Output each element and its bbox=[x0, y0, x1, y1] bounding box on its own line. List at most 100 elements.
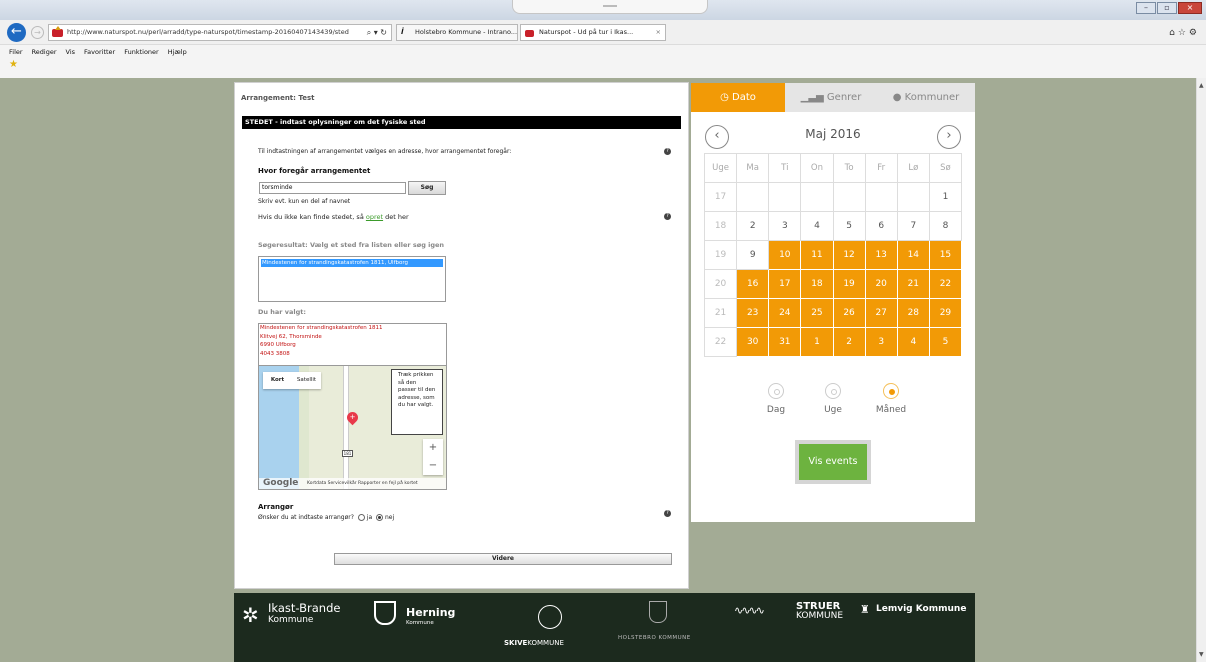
day-cell[interactable]: 4 bbox=[897, 328, 930, 357]
close-window-button[interactable]: × bbox=[1178, 2, 1202, 14]
tab-dato[interactable]: ◷ Dato bbox=[691, 83, 785, 112]
tab-holstebro[interactable]: 𝒊 Holstebro Kommune - Intrano... bbox=[396, 24, 518, 41]
place-search-input[interactable]: torsminde bbox=[259, 182, 406, 194]
minimize-button[interactable]: – bbox=[1136, 2, 1156, 14]
zoom-control: + − bbox=[423, 439, 443, 475]
menu-rediger[interactable]: Rediger bbox=[32, 45, 57, 59]
radio-dag[interactable] bbox=[768, 383, 784, 399]
day-cell[interactable]: 12 bbox=[833, 241, 866, 270]
map-road bbox=[343, 366, 349, 489]
day-cell[interactable]: 13 bbox=[865, 241, 898, 270]
help-icon[interactable]: ? bbox=[664, 148, 671, 155]
empty-day-cell bbox=[833, 183, 866, 212]
empty-day-cell bbox=[897, 183, 930, 212]
tab-close-icon[interactable]: × bbox=[656, 25, 661, 40]
day-cell[interactable]: 2 bbox=[737, 212, 770, 241]
day-cell[interactable]: 19 bbox=[833, 270, 866, 299]
month-title: Maj 2016 bbox=[805, 127, 861, 141]
day-cell[interactable]: 9 bbox=[737, 241, 770, 270]
day-cell[interactable]: 30 bbox=[737, 328, 770, 357]
tab-naturspot[interactable]: Naturspot - Ud på tur i Ikas... × bbox=[520, 24, 666, 41]
view-uge[interactable]: Uge bbox=[813, 383, 853, 415]
day-cell[interactable]: 2 bbox=[833, 328, 866, 357]
maximize-button[interactable]: ▫ bbox=[1157, 2, 1177, 14]
day-cell[interactable]: 7 bbox=[897, 212, 930, 241]
drag-handle[interactable] bbox=[512, 0, 708, 14]
menu-favoritter[interactable]: Favoritter bbox=[84, 45, 115, 59]
address-bar[interactable]: http://www.naturspot.nu/perl/arradd/type… bbox=[48, 24, 392, 41]
map-pin-icon[interactable]: + bbox=[344, 409, 361, 426]
day-cell[interactable]: 25 bbox=[801, 299, 834, 328]
day-cell[interactable]: 1 bbox=[929, 183, 962, 212]
zoom-out-button[interactable]: − bbox=[423, 457, 443, 475]
day-cell[interactable]: 4 bbox=[801, 212, 834, 241]
day-cell[interactable]: 31 bbox=[769, 328, 802, 357]
week-number: 19 bbox=[705, 241, 738, 270]
map-type-kort[interactable]: Kort bbox=[263, 372, 292, 389]
day-cell[interactable]: 15 bbox=[929, 241, 962, 270]
scroll-up-icon[interactable]: ▲ bbox=[1199, 82, 1204, 89]
home-star-gear-icons[interactable]: ⌂☆⚙ bbox=[1169, 28, 1200, 38]
location-map[interactable]: 181 Kort Satellit Træk prikken så den pa… bbox=[258, 365, 447, 490]
day-cell[interactable]: 14 bbox=[897, 241, 930, 270]
empty-day-cell bbox=[737, 183, 770, 212]
day-cell[interactable]: 3 bbox=[865, 328, 898, 357]
page-scrollbar[interactable]: ▲ ▼ bbox=[1196, 78, 1206, 662]
day-cell[interactable]: 6 bbox=[865, 212, 898, 241]
next-month-button[interactable]: › bbox=[937, 125, 961, 149]
create-place-link[interactable]: opret bbox=[366, 213, 383, 221]
radio-uge[interactable] bbox=[825, 383, 841, 399]
day-cell[interactable]: 11 bbox=[801, 241, 834, 270]
day-cell[interactable]: 27 bbox=[865, 299, 898, 328]
menu-funktioner[interactable]: Funktioner bbox=[124, 45, 159, 59]
radio-maaned[interactable] bbox=[883, 383, 899, 399]
day-cell[interactable]: 3 bbox=[769, 212, 802, 241]
tab-kommuner[interactable]: ● Kommuner bbox=[877, 83, 975, 112]
search-result-list[interactable]: Mindestenen for strandingskatastrofen 18… bbox=[258, 256, 446, 302]
menu-vis[interactable]: Vis bbox=[66, 45, 76, 59]
day-cell[interactable]: 10 bbox=[769, 241, 802, 270]
view-maaned[interactable]: Måned bbox=[871, 383, 911, 415]
day-cell[interactable]: 22 bbox=[929, 270, 962, 299]
search-refresh-icon[interactable]: ⌕ ▾ ↻ bbox=[367, 25, 387, 40]
scroll-down-icon[interactable]: ▼ bbox=[1199, 651, 1204, 658]
menu-filer[interactable]: Filer bbox=[9, 45, 23, 59]
organizer-no-radio[interactable] bbox=[376, 514, 384, 521]
holstebro-crest-icon bbox=[649, 601, 667, 623]
day-cell[interactable]: 5 bbox=[833, 212, 866, 241]
day-cell[interactable]: 5 bbox=[929, 328, 962, 357]
menu-hjaelp[interactable]: Hjælp bbox=[168, 45, 187, 59]
list-item[interactable]: Mindestenen for strandingskatastrofen 18… bbox=[261, 259, 443, 267]
day-cell[interactable]: 29 bbox=[929, 299, 962, 328]
herning-crest-icon bbox=[374, 601, 396, 625]
help-icon[interactable]: ? bbox=[664, 213, 671, 220]
day-cell[interactable]: 21 bbox=[897, 270, 930, 299]
forward-button[interactable]: → bbox=[31, 26, 44, 39]
not-found-text: Hvis du ikke kan finde stedet, så opret … bbox=[258, 213, 409, 221]
day-cell[interactable]: 16 bbox=[737, 270, 770, 299]
day-cell[interactable]: 24 bbox=[769, 299, 802, 328]
day-cell[interactable]: 17 bbox=[769, 270, 802, 299]
day-cell[interactable]: 23 bbox=[737, 299, 770, 328]
day-cell[interactable]: 26 bbox=[833, 299, 866, 328]
zoom-in-button[interactable]: + bbox=[423, 439, 443, 457]
day-cell[interactable]: 18 bbox=[801, 270, 834, 299]
next-button[interactable]: Videre bbox=[334, 553, 672, 565]
view-dag[interactable]: Dag bbox=[756, 383, 796, 415]
back-button[interactable]: ← bbox=[7, 23, 26, 42]
day-cell[interactable]: 1 bbox=[801, 328, 834, 357]
show-events-button[interactable]: Vis events bbox=[799, 444, 867, 480]
help-icon[interactable]: ? bbox=[664, 510, 671, 517]
map-type-satellite[interactable]: Satellit bbox=[292, 372, 321, 389]
chosen-address: Mindestenen for strandingskatastrofen 18… bbox=[258, 323, 447, 366]
organizer-yes-radio[interactable] bbox=[357, 514, 365, 521]
tab-genrer[interactable]: ▁▃▅ Genrer bbox=[785, 83, 877, 112]
arrow-left-icon: ← bbox=[11, 24, 22, 39]
day-cell[interactable]: 20 bbox=[865, 270, 898, 299]
favorites-star-icon[interactable]: ★ bbox=[9, 60, 21, 70]
view-selector: Dag Uge Måned bbox=[691, 383, 975, 423]
search-button[interactable]: Søg bbox=[408, 181, 446, 195]
map-type-control: Kort Satellit bbox=[263, 372, 321, 389]
day-cell[interactable]: 28 bbox=[897, 299, 930, 328]
day-cell[interactable]: 8 bbox=[929, 212, 962, 241]
